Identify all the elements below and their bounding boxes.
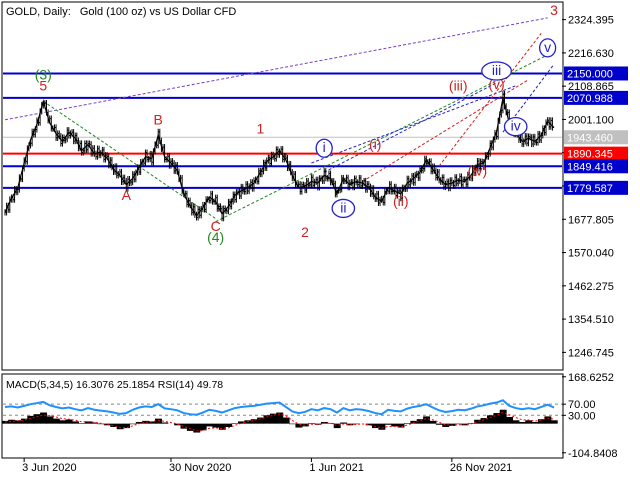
wave-channel-lines [4, 17, 555, 223]
wave-label: ii [340, 199, 346, 215]
wave-label: (4) [207, 229, 224, 245]
main-plot-frame [1, 1, 564, 371]
time-tick-label: 26 Nov 2021 [450, 462, 512, 474]
macd-histogram-bar [455, 423, 462, 425]
macd-histogram-bar [506, 416, 514, 424]
price-tick-label: 2001.100 [568, 114, 614, 126]
wave-label: i [323, 139, 326, 155]
macd-histogram-bar [429, 420, 437, 424]
macd-histogram-bar [423, 416, 431, 424]
wave-label: 3 [550, 2, 558, 18]
wave-labels: (3)5BAC(4)12iii(i)(ii)(iii)(iv)(v)iiiivv… [35, 2, 558, 245]
macd-histogram-bar [435, 423, 443, 425]
price-tick-label: 1246.745 [568, 347, 614, 359]
macd-histogram-bar [27, 415, 35, 424]
wave-label: (iii) [449, 77, 468, 93]
price-tick-label: 2324.395 [568, 15, 614, 27]
wave-label: 5 [39, 77, 47, 93]
macd-histogram-bar [33, 414, 41, 424]
wave-label: 1 [256, 121, 264, 137]
wave-label: iv [511, 118, 521, 134]
macd-histogram-bar [474, 419, 482, 424]
time-tick-label: 3 Jun 2020 [22, 462, 76, 474]
macd-histogram-bar [486, 415, 494, 424]
wave-label: 2 [301, 224, 309, 240]
level-tag-label: 1779.587 [567, 183, 613, 195]
indicator-tick-label: -104.8408 [568, 448, 618, 460]
macd-histogram-bar [59, 420, 67, 424]
price-chart[interactable]: GOLD, Daily: Gold (100 oz) vs US Dollar … [0, 0, 640, 480]
wave-label: v [544, 39, 551, 55]
macd-histogram-bar [78, 423, 86, 424]
macd-histogram-bar [116, 423, 124, 430]
macd-histogram-bar [289, 423, 296, 425]
indicator-tick-label: 168.6252 [568, 372, 614, 384]
chart-header: GOLD, Daily: Gold (100 oz) vs US Dollar … [6, 6, 236, 18]
price-series [4, 90, 555, 222]
macd-histogram-bar [308, 423, 316, 424]
level-tag-label: 2070.988 [567, 93, 613, 105]
current-price-tag-label: 1943.460 [567, 132, 613, 144]
time-tick-label: 1 Jun 2021 [309, 462, 363, 474]
symbol-description: Gold (100 oz) vs US Dollar CFD [80, 6, 237, 18]
price-tick-label: 1354.510 [568, 314, 614, 326]
macd-histogram-bar [544, 416, 552, 424]
level-tag-label: 1849.416 [567, 161, 613, 173]
macd-histogram-bar [384, 423, 392, 425]
macd-histogram-bar [231, 423, 239, 424]
macd-histogram-bar [218, 423, 226, 430]
macd-histogram-bar [225, 423, 233, 427]
macd-histogram-bar [531, 421, 539, 424]
time-axis: 3 Jun 2020 30 Nov 2020 1 Jun 2021 26 Nov 20… [22, 458, 512, 474]
price-tick-label: 1677.805 [568, 214, 614, 226]
time-tick-label: 30 Nov 2020 [169, 462, 231, 474]
channel-line-blue [323, 82, 497, 173]
macd-histogram-bar [295, 423, 303, 428]
macd-histogram-bar [65, 419, 73, 424]
macd-histogram-bar [538, 419, 545, 424]
macd-histogram-bar [20, 418, 28, 424]
macd-histogram-bar [180, 423, 188, 429]
macd-histogram-bar [40, 412, 48, 424]
macd-histogram-bar [161, 422, 169, 424]
macd-histogram-bar [499, 409, 507, 424]
macd-histogram-bar [525, 420, 533, 424]
price-tick-label: 1462.275 [568, 281, 614, 293]
wave-label: B [154, 111, 163, 127]
macd-histogram-bar [212, 423, 220, 428]
macd-histogram-bar [550, 420, 558, 424]
symbol-label: GOLD, Daily: [6, 6, 71, 18]
indicator-tick-label: 30.00 [568, 410, 596, 422]
macd-histogram-bar [403, 423, 411, 424]
macd-histogram-bar [46, 416, 54, 424]
level-tag-label: 2150.000 [567, 68, 613, 80]
price-tick-label: 1570.040 [568, 248, 614, 260]
macd-histogram-bar [378, 423, 386, 430]
indicator-header: MACD(5,34,5) 16.3076 25.1854 RSI(14) 49.… [6, 379, 223, 391]
macd-histogram-bar [282, 417, 290, 424]
macd-histogram-bar [72, 421, 79, 424]
wave-label: (i) [369, 136, 381, 152]
wave-label: (ii) [393, 193, 409, 209]
macd-histogram-bar [129, 423, 137, 425]
macd-histogram-bar [518, 421, 526, 424]
price-tick-label: 2216.630 [568, 48, 614, 60]
wave-label: iii [492, 62, 501, 78]
macd-histogram-bar [512, 420, 520, 424]
macd-histogram-bar [52, 418, 60, 424]
wave-label: (iv) [468, 162, 487, 178]
wave-label: A [122, 187, 132, 203]
macd-histogram-bar [206, 423, 213, 427]
level-tag-label: 1890.345 [567, 149, 613, 161]
